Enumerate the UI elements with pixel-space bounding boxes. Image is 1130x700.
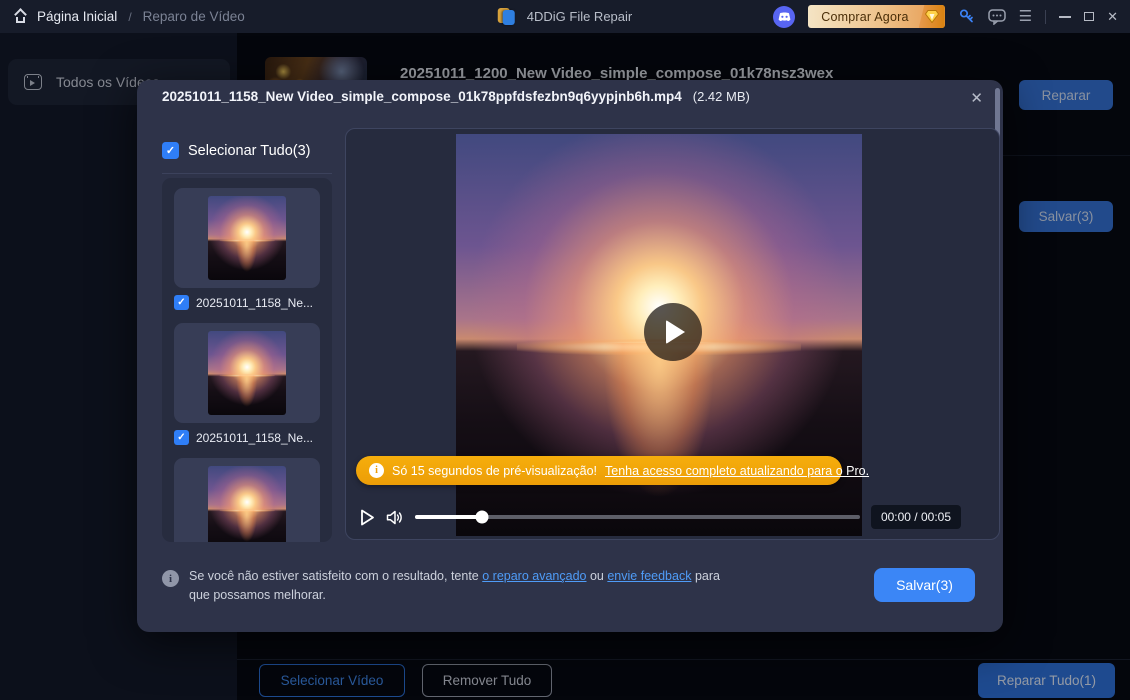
video-thumbnail-card[interactable] [174, 188, 320, 288]
save-button-dialog[interactable]: Salvar(3) [874, 568, 975, 602]
select-all-checkbox-row[interactable]: ✓ Selecionar Tudo(3) [162, 142, 311, 159]
close-window-button[interactable]: ✕ [1107, 10, 1118, 23]
video-thumbnail [208, 196, 286, 280]
discord-icon[interactable] [773, 6, 795, 28]
minimize-button[interactable] [1059, 16, 1071, 18]
titlebar: Página Inicial / Reparo de Vídeo 4DDiG F… [0, 0, 1130, 33]
note-text-start: Se você não estiver satisfeito com o res… [189, 569, 479, 583]
info-icon: i [369, 463, 384, 478]
banner-text: Só 15 segundos de pré-visualização! [392, 464, 597, 478]
send-feedback-link[interactable]: envie feedback [607, 569, 691, 583]
breadcrumb-home[interactable]: Página Inicial [37, 9, 117, 24]
note-text: Se você não estiver satisfeito com o res… [189, 567, 722, 606]
app-title: 4DDiG File Repair [527, 9, 632, 24]
player-controls: 00:00 / 00:05 [360, 502, 961, 532]
license-key-icon[interactable] [958, 8, 975, 25]
dialog-note: i Se você não estiver satisfeito com o r… [162, 567, 722, 606]
list-item[interactable]: ✓ 20251011_1158_Ne... [174, 188, 320, 310]
breadcrumb-separator: / [128, 10, 131, 24]
app-window: Página Inicial / Reparo de Vídeo 4DDiG F… [0, 0, 1130, 700]
play-button[interactable] [360, 509, 375, 526]
titlebar-divider [1045, 10, 1046, 24]
video-thumbnail-card[interactable] [174, 458, 320, 542]
dialog-close-icon[interactable]: ✕ [966, 87, 987, 109]
video-thumbnail-card[interactable] [174, 323, 320, 423]
item-name: 20251011_1158_Ne... [196, 296, 313, 310]
home-icon[interactable] [14, 10, 29, 23]
play-icon [666, 320, 685, 344]
dialog-file-size: (2.42 MB) [693, 89, 750, 104]
video-preview-pane: i Só 15 segundos de pré-visualização! Te… [345, 128, 1000, 540]
preview-dialog: 20251011_1158_New Video_simple_compose_0… [137, 80, 1003, 632]
note-text-or: ou [590, 569, 604, 583]
vip-gem-icon [919, 5, 945, 28]
info-icon: i [162, 570, 179, 587]
item-checkbox[interactable]: ✓ [174, 295, 189, 310]
dialog-header: 20251011_1158_New Video_simple_compose_0… [162, 89, 959, 104]
progress-fill [415, 515, 482, 519]
video-thumbnail [208, 331, 286, 415]
seek-bar[interactable] [415, 515, 860, 519]
big-play-button[interactable] [644, 303, 702, 361]
left-panel-divider [162, 173, 332, 174]
select-all-label: Selecionar Tudo(3) [188, 143, 311, 159]
pro-upgrade-banner: i Só 15 segundos de pré-visualização! Te… [356, 456, 842, 485]
item-checkbox[interactable]: ✓ [174, 430, 189, 445]
app-logo-icon [498, 7, 518, 26]
item-name: 20251011_1158_Ne... [196, 431, 313, 445]
app-brand: 4DDiG File Repair [498, 0, 632, 33]
upgrade-pro-link[interactable]: Tenha acesso completo atualizando para o… [605, 464, 869, 478]
breadcrumb-current: Reparo de Vídeo [143, 9, 245, 24]
buy-now-button[interactable]: Comprar Agora [808, 5, 944, 28]
video-list-panel: ✓ 20251011_1158_Ne... ✓ 20251011_1158_Ne… [162, 178, 332, 542]
time-display: 00:00 / 00:05 [871, 505, 961, 529]
list-item[interactable]: ✓ [174, 458, 320, 542]
maximize-button[interactable] [1084, 12, 1094, 21]
progress-handle[interactable] [475, 511, 488, 524]
dialog-title: 20251011_1158_New Video_simple_compose_0… [162, 89, 682, 104]
buy-now-label: Comprar Agora [808, 10, 918, 24]
volume-icon[interactable] [386, 510, 404, 525]
feedback-chat-icon[interactable] [988, 9, 1006, 25]
list-item[interactable]: ✓ 20251011_1158_Ne... [174, 323, 320, 445]
select-all-checkbox[interactable]: ✓ [162, 142, 179, 159]
video-thumbnail [208, 466, 286, 542]
advanced-repair-link[interactable]: o reparo avançado [482, 569, 586, 583]
menu-hamburger-icon[interactable]: ☰ [1019, 9, 1032, 24]
